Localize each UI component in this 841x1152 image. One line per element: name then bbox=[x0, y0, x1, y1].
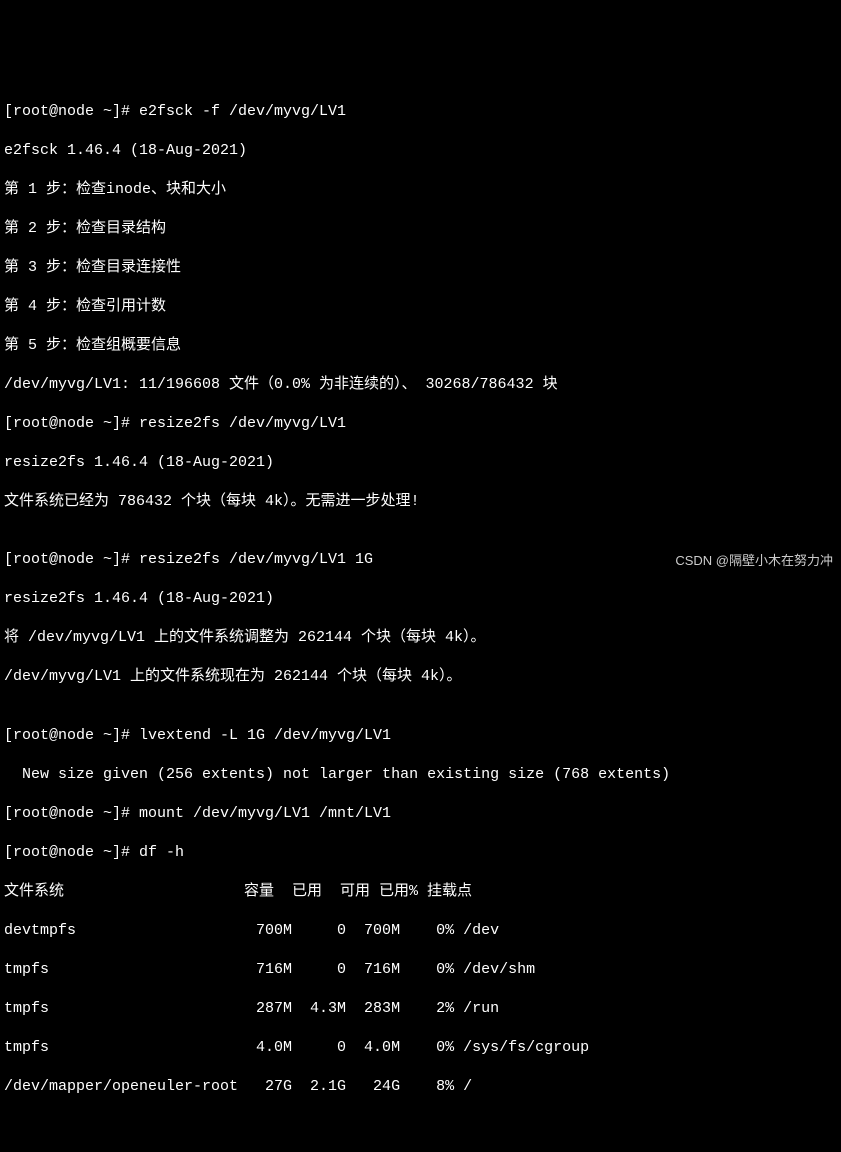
terminal-line: 文件系统 容量 已用 可用 已用% 挂载点 bbox=[4, 882, 837, 902]
terminal-line: [root@node ~]# lvextend -L 1G /dev/myvg/… bbox=[4, 726, 837, 746]
terminal-line: /dev/mapper/openeuler-root 27G 2.1G 24G … bbox=[4, 1077, 837, 1097]
terminal-line: e2fsck 1.46.4 (18-Aug-2021) bbox=[4, 141, 837, 161]
terminal-line: 第 1 步：检查inode、块和大小 bbox=[4, 180, 837, 200]
terminal-line: tmpfs 4.0M 0 4.0M 0% /sys/fs/cgroup bbox=[4, 1038, 837, 1058]
terminal-line: devtmpfs 700M 0 700M 0% /dev bbox=[4, 921, 837, 941]
terminal-line: tmpfs 287M 4.3M 283M 2% /run bbox=[4, 999, 837, 1019]
terminal-line: 第 2 步：检查目录结构 bbox=[4, 219, 837, 239]
terminal-line: 第 3 步：检查目录连接性 bbox=[4, 258, 837, 278]
terminal-line: 第 5 步：检查组概要信息 bbox=[4, 336, 837, 356]
terminal-line: tmpfs 716M 0 716M 0% /dev/shm bbox=[4, 960, 837, 980]
terminal-line: [root@node ~]# e2fsck -f /dev/myvg/LV1 bbox=[4, 102, 837, 122]
terminal-output: [root@node ~]# e2fsck -f /dev/myvg/LV1 e… bbox=[4, 82, 837, 1116]
terminal-line: resize2fs 1.46.4 (18-Aug-2021) bbox=[4, 589, 837, 609]
terminal-line: [root@node ~]# mount /dev/myvg/LV1 /mnt/… bbox=[4, 804, 837, 824]
terminal-line: [root@node ~]# df -h bbox=[4, 843, 837, 863]
terminal-line: 文件系统已经为 786432 个块（每块 4k）。无需进一步处理! bbox=[4, 492, 837, 512]
terminal-line: /dev/myvg/LV1 上的文件系统现在为 262144 个块（每块 4k）… bbox=[4, 667, 837, 687]
terminal-line: 将 /dev/myvg/LV1 上的文件系统调整为 262144 个块（每块 4… bbox=[4, 628, 837, 648]
watermark-text: CSDN @隔壁小木在努力冲 bbox=[675, 553, 833, 570]
terminal-line: /dev/myvg/LV1: 11/196608 文件（0.0% 为非连续的）、… bbox=[4, 375, 837, 395]
terminal-line: [root@node ~]# resize2fs /dev/myvg/LV1 bbox=[4, 414, 837, 434]
terminal-line: resize2fs 1.46.4 (18-Aug-2021) bbox=[4, 453, 837, 473]
terminal-line: 第 4 步：检查引用计数 bbox=[4, 297, 837, 317]
terminal-line: New size given (256 extents) not larger … bbox=[4, 765, 837, 785]
